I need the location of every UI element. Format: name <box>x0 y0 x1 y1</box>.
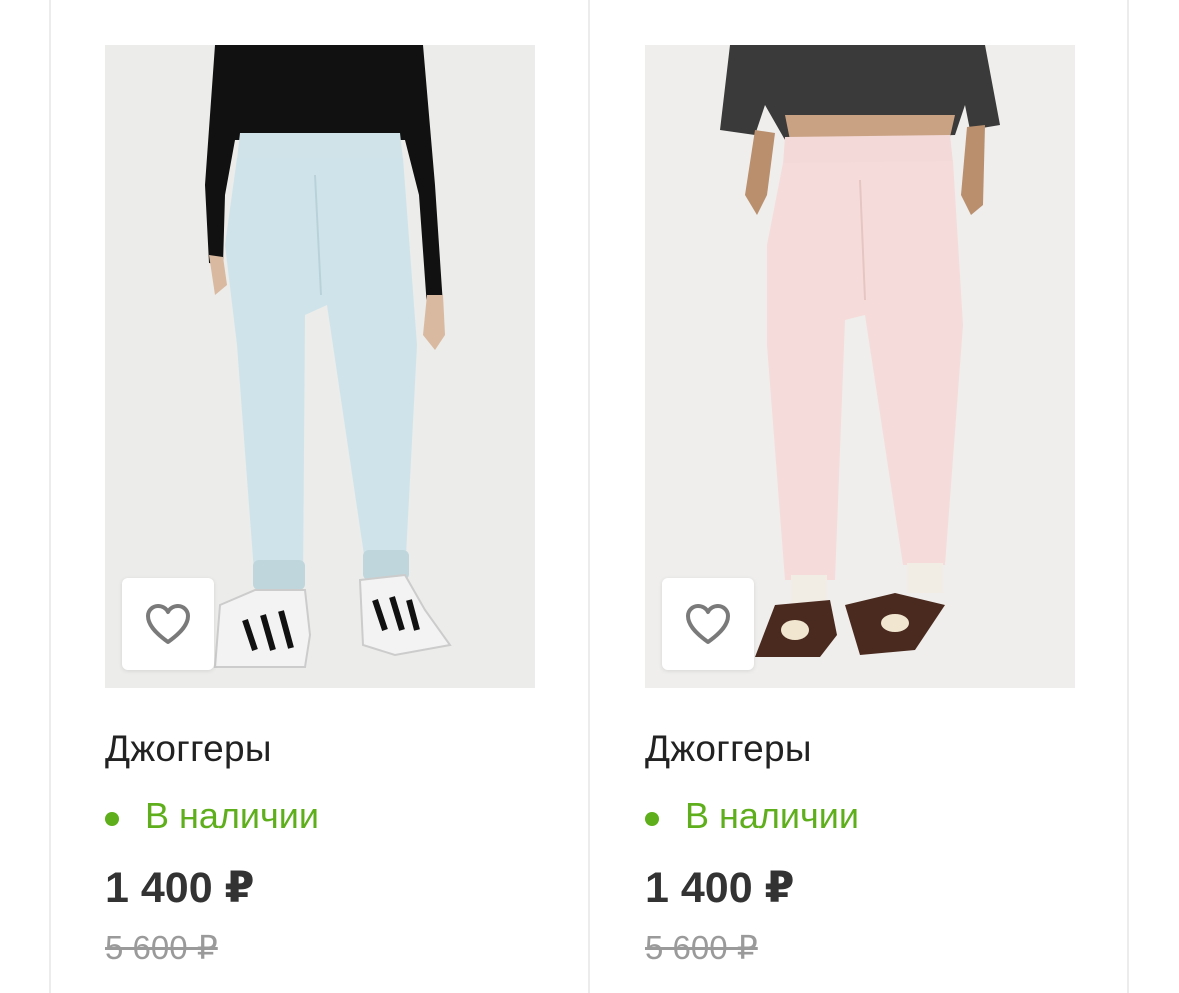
favorite-button[interactable] <box>662 578 754 670</box>
heart-icon <box>146 604 190 644</box>
availability-status: В наличии <box>645 795 859 837</box>
product-title[interactable]: Джоггеры <box>105 728 272 770</box>
availability-label: В наличии <box>685 795 860 836</box>
product-image[interactable] <box>645 45 1075 688</box>
availability-status: В наличии <box>105 795 319 837</box>
product-grid: Джоггеры В наличии 1 400 ₽ 5 600 ₽ Джогг… <box>0 0 1179 993</box>
availability-label: В наличии <box>145 795 320 836</box>
status-dot-icon <box>105 812 119 826</box>
old-price: 5 600 ₽ <box>645 929 758 966</box>
product-image[interactable] <box>105 45 535 688</box>
heart-icon <box>686 604 730 644</box>
status-dot-icon <box>645 812 659 826</box>
product-card[interactable]: Джоггеры В наличии 1 400 ₽ 5 600 ₽ <box>590 0 1130 993</box>
current-price: 1 400 ₽ <box>645 864 795 912</box>
current-price: 1 400 ₽ <box>105 864 255 912</box>
old-price: 5 600 ₽ <box>105 929 218 966</box>
product-card[interactable]: Джоггеры В наличии 1 400 ₽ 5 600 ₽ <box>50 0 590 993</box>
product-title[interactable]: Джоггеры <box>645 728 812 770</box>
favorite-button[interactable] <box>122 578 214 670</box>
